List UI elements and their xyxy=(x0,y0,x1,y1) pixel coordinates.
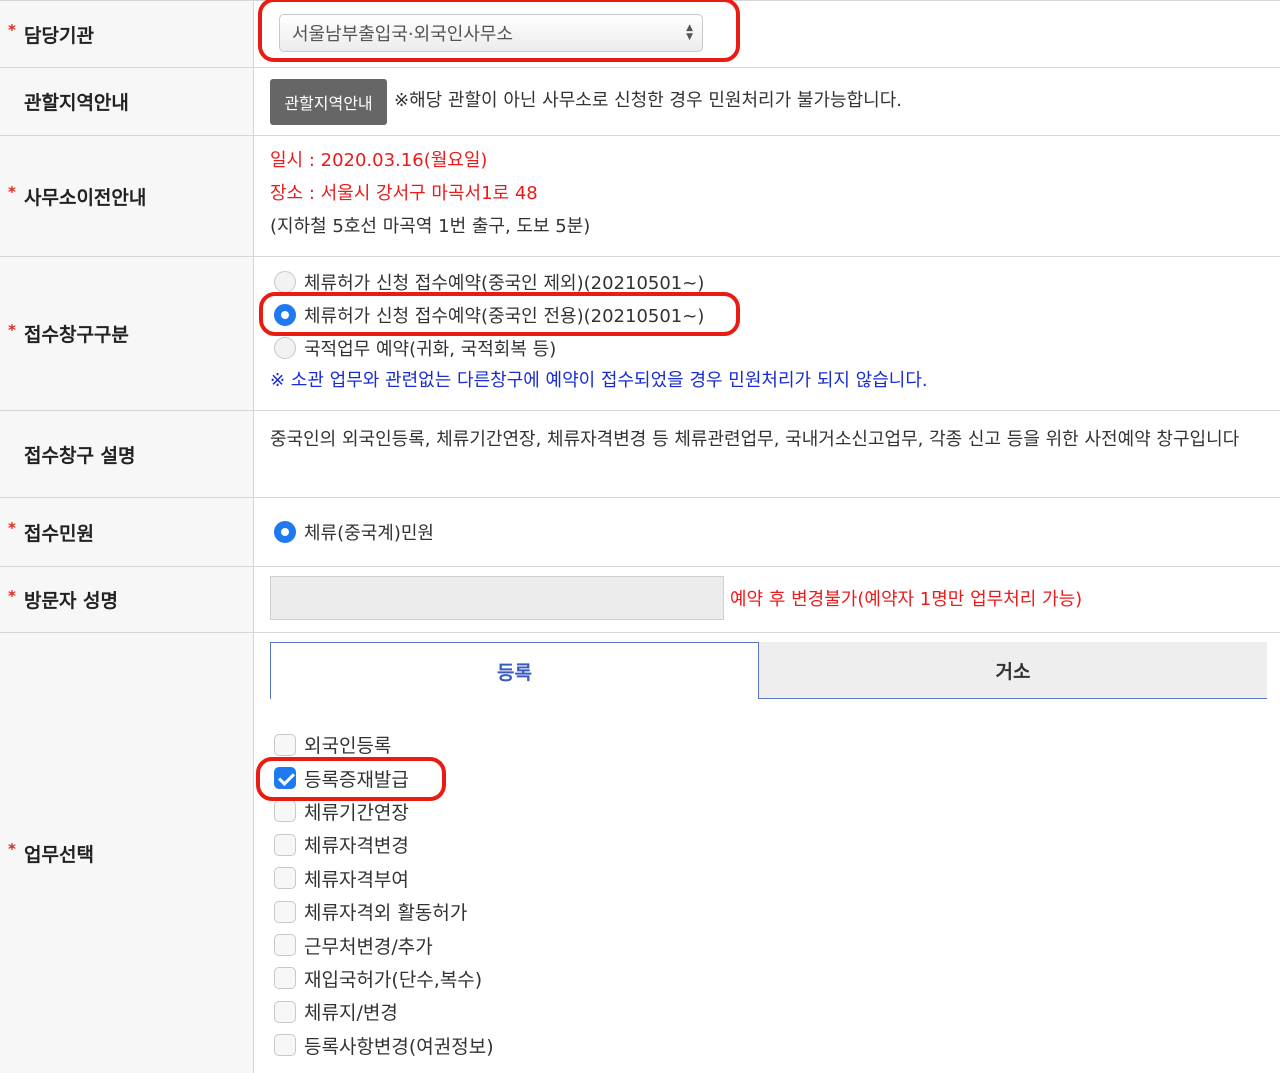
area-note: ※해당 관할이 아닌 사무소로 신청한 경우 민원처리가 불가능합니다. xyxy=(394,90,902,111)
task-item-label: 외국인등록 xyxy=(304,735,392,758)
relocation-date: 일시 : 2020.03.16(월요일) xyxy=(270,150,488,171)
visitor-value-cell: 예약 후 변경불가(예약자 1명만 업무처리 가능) xyxy=(254,567,1280,632)
task-item-label: 체류자격변경 xyxy=(304,835,409,858)
row-visitor: * 방문자 성명 예약 후 변경불가(예약자 1명만 업무처리 가능) xyxy=(0,567,1280,633)
window-desc-value-cell: 중국인의 외국인등록, 체류기간연장, 체류자격변경 등 체류관련업무, 국내거… xyxy=(254,411,1280,497)
checkbox[interactable] xyxy=(274,967,296,990)
visitor-label: 방문자 성명 xyxy=(24,590,119,612)
required-star: * xyxy=(8,183,16,201)
checkbox[interactable] xyxy=(274,900,296,923)
task-item[interactable]: 체류자격변경 xyxy=(274,828,494,861)
task-item-label: 체류지/변경 xyxy=(304,1002,398,1025)
checkbox[interactable] xyxy=(274,833,296,856)
required-star: * xyxy=(8,519,16,537)
relocation-access: (지하철 5호선 마곡역 1번 출구, 도보 5분) xyxy=(270,216,591,237)
area-label-cell: 관할지역안내 xyxy=(0,68,254,135)
radio-button-selected[interactable] xyxy=(274,304,296,326)
task-item-label: 근무처변경/추가 xyxy=(304,935,433,958)
window-type-label-cell: * 접수창구구분 xyxy=(0,257,254,410)
task-item-label: 재입국허가(단수,복수) xyxy=(304,968,483,991)
checkbox[interactable] xyxy=(274,867,296,890)
task-item[interactable]: 근무처변경/추가 xyxy=(274,928,494,961)
task-checklist: 외국인등록 등록증재발급 체류기간연장 체류자격변경 체류자격부여 체류자격외 … xyxy=(274,728,494,1062)
task-item-label: 등록사항변경(여권정보) xyxy=(304,1035,494,1058)
reservation-form: * 담당기관 서울남부출입국·외국인사무소 ▲ ▼ 관할지역안내 관할지역안내 ※… xyxy=(0,0,1280,1073)
radio-button[interactable] xyxy=(274,271,296,293)
agency-value-cell: 서울남부출입국·외국인사무소 ▲ ▼ xyxy=(254,0,1280,67)
agency-select[interactable]: 서울남부출입국·외국인사무소 ▲ ▼ xyxy=(279,14,703,52)
window-type-label: 접수창구구분 xyxy=(24,324,129,346)
window-option-1-label: 체류허가 신청 접수예약(중국인 제외)(20210501~) xyxy=(304,273,705,294)
window-option-1[interactable]: 체류허가 신청 접수예약(중국인 제외)(20210501~) xyxy=(274,269,704,295)
required-star: * xyxy=(8,586,16,605)
task-item[interactable]: 등록증재발급 xyxy=(274,761,494,794)
task-item[interactable]: 체류자격부여 xyxy=(274,862,494,895)
row-window-type: * 접수창구구분 체류허가 신청 접수예약(중국인 제외)(20210501~)… xyxy=(0,257,1280,411)
task-label-cell: * 업무선택 xyxy=(0,633,254,1073)
row-civil: * 접수민원 체류(중국계)민원 xyxy=(0,498,1280,567)
task-tabs: 등록 거소 xyxy=(270,642,1267,699)
civil-label-cell: * 접수민원 xyxy=(0,498,254,566)
window-option-2-label: 체류허가 신청 접수예약(중국인 전용)(20210501~) xyxy=(304,306,705,327)
civil-value-cell: 체류(중국계)민원 xyxy=(254,498,1280,566)
required-star: * xyxy=(8,21,16,39)
window-option-3[interactable]: 국적업무 예약(귀화, 국적회복 등) xyxy=(274,335,556,361)
window-desc-label: 접수창구 설명 xyxy=(24,444,136,467)
required-star: * xyxy=(8,840,16,858)
agency-label-cell: * 담당기관 xyxy=(0,1,254,67)
visitor-label-cell: * 방문자 성명 xyxy=(0,567,254,632)
task-item[interactable]: 재입국허가(단수,복수) xyxy=(274,962,494,995)
radio-button[interactable] xyxy=(274,337,296,359)
row-window-desc: 접수창구 설명 중국인의 외국인등록, 체류기간연장, 체류자격변경 등 체류관… xyxy=(0,411,1280,498)
agency-label: 담당기관 xyxy=(24,24,94,47)
civil-label: 접수민원 xyxy=(24,522,94,545)
task-item-label: 등록증재발급 xyxy=(304,768,409,791)
task-item[interactable]: 체류자격외 활동허가 xyxy=(274,895,494,928)
relocation-label-cell: * 사무소이전안내 xyxy=(0,136,254,256)
area-guide-button[interactable]: 관할지역안내 xyxy=(270,79,387,125)
window-type-value-cell: 체류허가 신청 접수예약(중국인 제외)(20210501~) 체류허가 신청 … xyxy=(254,257,1280,410)
checkbox[interactable] xyxy=(274,1000,296,1023)
checkbox[interactable] xyxy=(274,1034,296,1057)
row-area: 관할지역안내 관할지역안내 ※해당 관할이 아닌 사무소로 신청한 경우 민원처… xyxy=(0,68,1280,136)
select-arrows-icon: ▲ ▼ xyxy=(686,23,693,42)
window-desc-label-cell: 접수창구 설명 xyxy=(0,411,254,497)
checkbox[interactable] xyxy=(274,934,296,957)
task-label: 업무선택 xyxy=(24,843,94,866)
window-option-3-label: 국적업무 예약(귀화, 국적회복 등) xyxy=(304,339,557,360)
task-item-label: 체류자격부여 xyxy=(304,868,409,891)
tab-registration[interactable]: 등록 xyxy=(270,642,759,699)
checkbox[interactable] xyxy=(274,733,296,756)
row-relocation: * 사무소이전안내 일시 : 2020.03.16(월요일) 장소 : 서울시 … xyxy=(0,136,1280,257)
area-label: 관할지역안내 xyxy=(24,92,129,114)
task-value-cell: 등록 거소 외국인등록 등록증재발급 체류기간연장 체류자격변경 체류자격부여 … xyxy=(254,633,1280,1073)
task-item[interactable]: 체류기간연장 xyxy=(274,795,494,828)
window-warning: ※ 소관 업무와 관련없는 다른창구에 예약이 접수되었을 경우 민원처리가 되… xyxy=(270,370,928,391)
required-star: * xyxy=(8,320,16,339)
task-item[interactable]: 외국인등록 xyxy=(274,728,494,761)
window-desc-text: 중국인의 외국인등록, 체류기간연장, 체류자격변경 등 체류관련업무, 국내거… xyxy=(270,429,1240,450)
row-task: * 업무선택 등록 거소 외국인등록 등록증재발급 체류기간연장 체류자격변경 … xyxy=(0,633,1280,1073)
relocation-place: 장소 : 서울시 강서구 마곡서1로 48 xyxy=(270,183,538,204)
checkbox-checked[interactable] xyxy=(274,767,296,790)
relocation-label: 사무소이전안내 xyxy=(24,186,147,209)
tab-residence[interactable]: 거소 xyxy=(759,642,1267,699)
radio-button-selected[interactable] xyxy=(274,521,296,543)
task-item[interactable]: 체류지/변경 xyxy=(274,995,494,1028)
task-item-label: 체류기간연장 xyxy=(304,801,409,824)
checkbox[interactable] xyxy=(274,800,296,823)
task-item-label: 체류자격외 활동허가 xyxy=(304,902,468,925)
agency-select-value: 서울남부출입국·외국인사무소 xyxy=(292,24,514,45)
visitor-note: 예약 후 변경불가(예약자 1명만 업무처리 가능) xyxy=(730,589,1083,610)
civil-option-label: 체류(중국계)민원 xyxy=(304,523,434,544)
civil-option[interactable]: 체류(중국계)민원 xyxy=(274,519,434,545)
window-option-2[interactable]: 체류허가 신청 접수예약(중국인 전용)(20210501~) xyxy=(274,302,704,328)
visitor-name-input[interactable] xyxy=(270,576,724,620)
task-item[interactable]: 등록사항변경(여권정보) xyxy=(274,1029,494,1062)
area-value-cell: 관할지역안내 ※해당 관할이 아닌 사무소로 신청한 경우 민원처리가 불가능합… xyxy=(254,68,1280,135)
row-agency: * 담당기관 서울남부출입국·외국인사무소 ▲ ▼ xyxy=(0,0,1280,68)
relocation-value-cell: 일시 : 2020.03.16(월요일) 장소 : 서울시 강서구 마곡서1로 … xyxy=(254,136,1280,256)
